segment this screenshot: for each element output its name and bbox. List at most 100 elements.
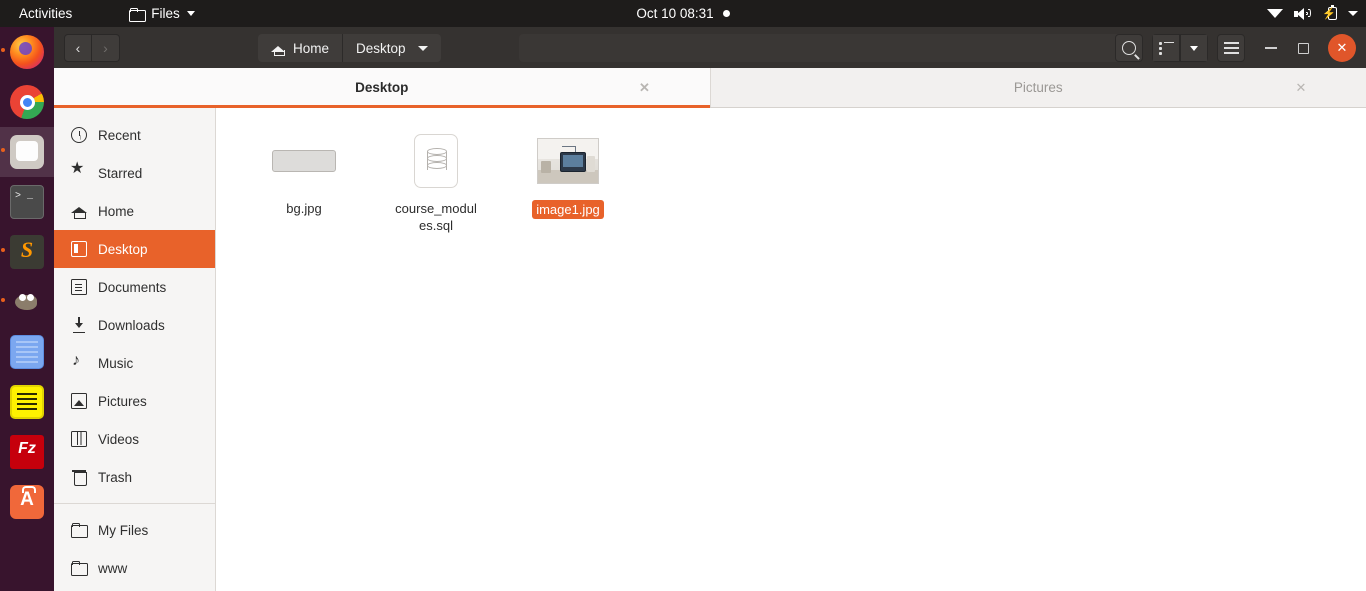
- sidebar-item-www[interactable]: www: [54, 549, 215, 587]
- sidebar-item-starred[interactable]: Starred: [54, 154, 215, 192]
- chrome-icon: [10, 85, 44, 119]
- sidebar-item-videos[interactable]: Videos: [54, 420, 215, 458]
- video-icon: [71, 431, 87, 447]
- dock-item-gimp[interactable]: [0, 277, 54, 327]
- breadcrumb-label-desktop: Desktop: [356, 40, 406, 56]
- file-label: course_modules.sql: [395, 201, 477, 233]
- minimize-button[interactable]: [1256, 34, 1286, 62]
- maximize-button[interactable]: [1288, 34, 1318, 62]
- path-bar-background: [519, 34, 1125, 62]
- file-item-image1[interactable]: image1.jpg: [502, 128, 634, 234]
- chevron-down-icon: [417, 45, 428, 51]
- sidebar-item-downloads[interactable]: Downloads: [54, 306, 215, 344]
- home-icon: [271, 42, 285, 56]
- dock-item-blue-app[interactable]: [0, 327, 54, 377]
- sidebar-item-documents[interactable]: Documents: [54, 268, 215, 306]
- search-button[interactable]: [1115, 34, 1143, 62]
- chevron-down-icon: [1190, 45, 1198, 51]
- sidebar-divider: [54, 503, 215, 504]
- firefox-icon: [10, 35, 44, 69]
- clock-label: Oct 10 08:31: [636, 6, 714, 21]
- flat-grey-thumbnail-icon: [272, 150, 336, 172]
- sidebar-label-recent: Recent: [98, 127, 141, 143]
- view-options-dropdown[interactable]: [1180, 34, 1208, 62]
- sidebar-label-pictures: Pictures: [98, 393, 147, 409]
- database-icon: [414, 134, 458, 188]
- back-button[interactable]: ‹: [64, 33, 92, 62]
- sublime-text-icon: [10, 235, 44, 269]
- terminal-icon: [10, 185, 44, 219]
- breadcrumb-item-desktop[interactable]: Desktop: [343, 34, 441, 62]
- close-button[interactable]: ✕: [1328, 34, 1356, 62]
- file-view[interactable]: bg.jpg course_modules.sql image1.jpg: [216, 108, 1366, 591]
- dock-item-terminal[interactable]: [0, 177, 54, 227]
- window-header-bar: ‹ › Home Desktop ✕: [54, 27, 1366, 68]
- battery-charging-icon: ⚡: [1322, 5, 1337, 21]
- download-icon: [71, 317, 87, 333]
- sidebar-item-pictures[interactable]: Pictures: [54, 382, 215, 420]
- tab-close-desktop[interactable]: ✕: [638, 80, 652, 95]
- file-item-bg[interactable]: bg.jpg: [238, 128, 370, 234]
- activities-button[interactable]: Activities: [10, 3, 81, 24]
- folder-icon: [71, 522, 88, 538]
- volume-waves-icon: [1306, 9, 1311, 18]
- sidebar-item-my-files[interactable]: My Files: [54, 511, 215, 549]
- sidebar-item-trash[interactable]: Trash: [54, 458, 215, 496]
- photo-thumbnail-icon: [537, 138, 599, 184]
- folder-icon: [71, 560, 88, 576]
- desktop-icon: [71, 241, 87, 257]
- hamburger-menu-icon: [1223, 42, 1239, 54]
- unity-launcher-dock: [0, 27, 54, 591]
- chevron-down-icon: [186, 11, 195, 16]
- sidebar-label-home: Home: [98, 203, 135, 219]
- notes-icon: [10, 385, 44, 419]
- breadcrumb: Home Desktop: [258, 34, 441, 62]
- sidebar-item-home[interactable]: Home: [54, 192, 215, 230]
- forward-button[interactable]: ›: [92, 33, 120, 62]
- places-sidebar: Recent Starred Home Desktop Documents Do…: [54, 108, 216, 591]
- sidebar-item-desktop[interactable]: Desktop: [54, 230, 215, 268]
- dock-item-sublime-text[interactable]: [0, 227, 54, 277]
- sidebar-item-recent[interactable]: Recent: [54, 116, 215, 154]
- home-icon: [71, 203, 87, 219]
- app-menu-label: Files: [151, 6, 180, 21]
- thumbnail-wrapper: [537, 128, 599, 194]
- files-icon: [10, 135, 44, 169]
- sidebar-item-music[interactable]: Music: [54, 344, 215, 382]
- sidebar-label-desktop: Desktop: [98, 241, 148, 257]
- breadcrumb-item-home[interactable]: Home: [258, 34, 344, 62]
- sidebar-label-starred: Starred: [98, 165, 143, 181]
- list-view-icon: [1158, 41, 1174, 55]
- dock-item-files[interactable]: [0, 127, 54, 177]
- minimize-icon: [1265, 47, 1277, 49]
- database-cylinder-icon: [427, 148, 447, 174]
- tab-bar: Desktop ✕ Pictures ✕: [54, 68, 1366, 108]
- tab-close-pictures[interactable]: ✕: [1294, 80, 1308, 95]
- header-actions: ✕: [1115, 34, 1358, 62]
- tab-pictures[interactable]: Pictures ✕: [710, 68, 1366, 107]
- file-item-course-modules-sql[interactable]: course_modules.sql: [370, 128, 502, 234]
- music-icon: [71, 352, 87, 371]
- gnome-top-bar: Activities Files Oct 10 08:31 ⚡: [0, 0, 1366, 27]
- navigation-buttons: ‹ ›: [64, 33, 120, 62]
- tab-desktop[interactable]: Desktop ✕: [54, 68, 710, 108]
- main-menu-button[interactable]: [1217, 34, 1245, 62]
- system-indicators[interactable]: ⚡: [1267, 0, 1358, 27]
- dock-item-filezilla[interactable]: [0, 427, 54, 477]
- trash-icon: [71, 469, 87, 486]
- chevron-down-icon: [1348, 11, 1358, 16]
- file-icon-grid: bg.jpg course_modules.sql image1.jpg: [216, 108, 1366, 234]
- app-menu-button[interactable]: Files: [123, 3, 201, 24]
- window-body: Recent Starred Home Desktop Documents Do…: [54, 108, 1366, 591]
- dock-item-ubuntu-software[interactable]: [0, 477, 54, 527]
- clock-icon: [71, 127, 87, 143]
- dock-item-notes[interactable]: [0, 377, 54, 427]
- list-view-button[interactable]: [1152, 34, 1180, 62]
- clock-button[interactable]: Oct 10 08:31: [553, 6, 813, 21]
- document-icon: [71, 279, 87, 295]
- dock-item-firefox[interactable]: [0, 27, 54, 77]
- file-label: image1.jpg: [532, 200, 604, 219]
- dock-item-chrome[interactable]: [0, 77, 54, 127]
- sidebar-label-downloads: Downloads: [98, 317, 165, 333]
- folder-icon: [129, 7, 147, 22]
